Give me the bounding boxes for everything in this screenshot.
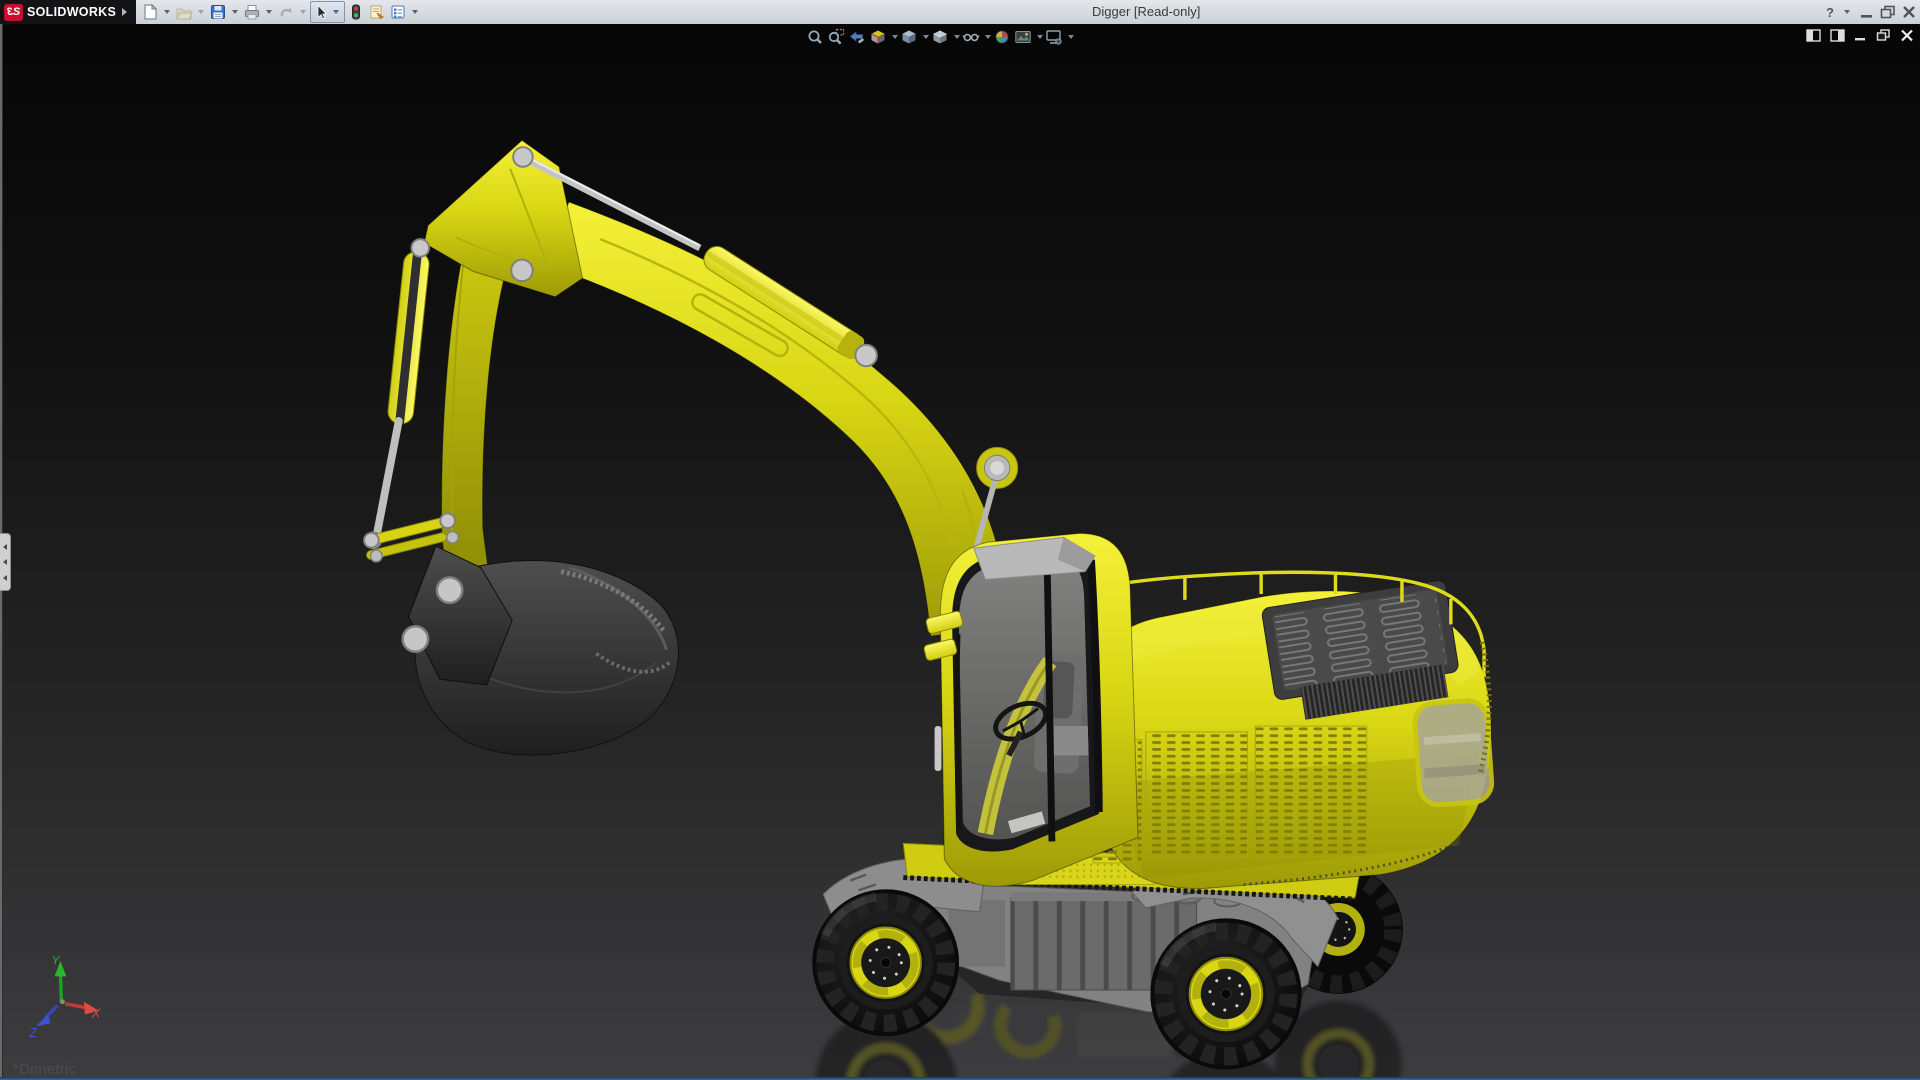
hide-show-items-button[interactable] bbox=[962, 27, 980, 47]
cab[interactable] bbox=[923, 533, 1138, 886]
apply-scene-dropdown-icon[interactable] bbox=[1037, 35, 1043, 39]
graphics-viewport[interactable]: Y X Z bbox=[0, 24, 1920, 1080]
new-document-button[interactable] bbox=[140, 2, 160, 22]
print-dropdown-icon[interactable] bbox=[266, 10, 272, 14]
save-dropdown-icon[interactable] bbox=[232, 10, 238, 14]
help-button[interactable]: ? bbox=[1825, 5, 1835, 20]
open-button[interactable] bbox=[174, 2, 194, 22]
solidworks-window: 3S SOLIDWORKS bbox=[0, 0, 1920, 1080]
undo-button[interactable] bbox=[276, 2, 296, 22]
close-document-button[interactable] bbox=[1900, 29, 1914, 42]
new-document-dropdown-icon[interactable] bbox=[164, 10, 170, 14]
solidworks-logo-text: SOLIDWORKS bbox=[27, 5, 116, 19]
section-view-icon bbox=[869, 28, 887, 46]
view-settings-button[interactable] bbox=[1045, 27, 1063, 47]
options-button[interactable] bbox=[388, 2, 408, 22]
view-settings-icon bbox=[1045, 28, 1063, 46]
model-canvas[interactable]: Y X Z bbox=[0, 24, 1920, 1080]
close-button[interactable] bbox=[1902, 5, 1916, 19]
previous-view-icon bbox=[848, 28, 866, 46]
side-grille bbox=[1146, 732, 1248, 857]
rear-window[interactable] bbox=[1414, 699, 1493, 805]
split-pane-right-button[interactable] bbox=[1830, 29, 1845, 42]
section-view-dropdown-icon[interactable] bbox=[892, 35, 898, 39]
heads-up-view-toolbar bbox=[806, 27, 1076, 47]
undo-icon bbox=[277, 3, 295, 21]
pin bbox=[511, 260, 533, 282]
display-style-button[interactable] bbox=[931, 27, 949, 47]
side-grille bbox=[1255, 726, 1366, 857]
feature-manager-splitter[interactable] bbox=[0, 533, 11, 591]
save-icon bbox=[209, 3, 227, 21]
zoom-to-fit-button[interactable] bbox=[806, 27, 824, 47]
print-icon bbox=[243, 3, 261, 21]
main-toolbar bbox=[140, 1, 422, 23]
rebuild-button[interactable] bbox=[346, 2, 366, 22]
title-bar: 3S SOLIDWORKS bbox=[0, 0, 1920, 25]
apply-scene-icon bbox=[1014, 28, 1032, 46]
triad-z-label: Z bbox=[28, 1025, 38, 1040]
save-button[interactable] bbox=[208, 2, 228, 22]
document-window-controls bbox=[1806, 29, 1914, 42]
file-properties-icon bbox=[368, 3, 386, 21]
view-orientation-dropdown-icon[interactable] bbox=[923, 35, 929, 39]
bucket-cylinder[interactable] bbox=[366, 239, 431, 548]
edit-appearance-icon bbox=[993, 28, 1011, 46]
menu-expand-icon[interactable] bbox=[122, 8, 127, 16]
zoom-to-area-button[interactable] bbox=[827, 27, 845, 47]
options-icon bbox=[389, 3, 407, 21]
hide-show-items-dropdown-icon[interactable] bbox=[985, 35, 991, 39]
minimize-button[interactable] bbox=[1860, 5, 1874, 19]
rebuild-traffic-light-icon bbox=[347, 3, 365, 21]
collapse-arrow-icon bbox=[3, 559, 7, 565]
restore-button[interactable] bbox=[1880, 5, 1896, 19]
view-orientation-icon bbox=[900, 28, 918, 46]
collapse-arrow-icon bbox=[3, 544, 7, 550]
select-tool-dropdown-icon[interactable] bbox=[333, 10, 339, 14]
elbow-link-plate[interactable] bbox=[424, 140, 582, 296]
select-cursor-icon bbox=[312, 3, 330, 21]
reference-triad: Y X Z bbox=[28, 955, 101, 1040]
open-dropdown-icon[interactable] bbox=[198, 10, 204, 14]
open-icon bbox=[175, 3, 193, 21]
file-properties-button[interactable] bbox=[367, 2, 387, 22]
apply-scene-button[interactable] bbox=[1014, 27, 1032, 47]
options-dropdown-icon[interactable] bbox=[412, 10, 418, 14]
view-settings-dropdown-icon[interactable] bbox=[1068, 35, 1074, 39]
restore-document-button[interactable] bbox=[1876, 29, 1891, 42]
front-left-wheel[interactable] bbox=[813, 890, 958, 1035]
view-orientation-label: *Dimetric bbox=[13, 1061, 77, 1078]
view-orientation-button[interactable] bbox=[900, 27, 918, 47]
edit-appearance-button[interactable] bbox=[993, 27, 1011, 47]
document-title: Digger [Read-only] bbox=[1092, 4, 1200, 19]
cab-hinge bbox=[935, 726, 942, 771]
zoom-to-fit-icon bbox=[806, 28, 824, 46]
excavator-model[interactable] bbox=[364, 140, 1493, 1080]
previous-view-button[interactable] bbox=[848, 27, 866, 47]
triad-x-label: X bbox=[91, 1005, 101, 1020]
new-document-icon bbox=[141, 3, 159, 21]
zoom-to-area-icon bbox=[827, 28, 845, 46]
triad-y-label: Y bbox=[52, 955, 61, 968]
undo-dropdown-icon[interactable] bbox=[300, 10, 306, 14]
front-right-wheel[interactable] bbox=[1151, 919, 1300, 1068]
help-dropdown-icon[interactable] bbox=[1844, 10, 1850, 14]
display-style-dropdown-icon[interactable] bbox=[954, 35, 960, 39]
minimize-document-button[interactable] bbox=[1854, 29, 1867, 42]
print-button[interactable] bbox=[242, 2, 262, 22]
collapse-arrow-icon bbox=[3, 575, 7, 581]
solidworks-logo-icon: 3S bbox=[4, 4, 23, 21]
pin bbox=[513, 147, 533, 167]
hide-show-items-icon bbox=[962, 28, 980, 46]
window-controls: ? bbox=[1825, 0, 1916, 24]
display-style-icon bbox=[931, 28, 949, 46]
select-tool-button[interactable] bbox=[310, 1, 345, 23]
section-view-button[interactable] bbox=[869, 27, 887, 47]
boom-arm[interactable] bbox=[545, 202, 1017, 636]
split-pane-left-button[interactable] bbox=[1806, 29, 1821, 42]
solidworks-brand: 3S SOLIDWORKS bbox=[0, 0, 136, 24]
